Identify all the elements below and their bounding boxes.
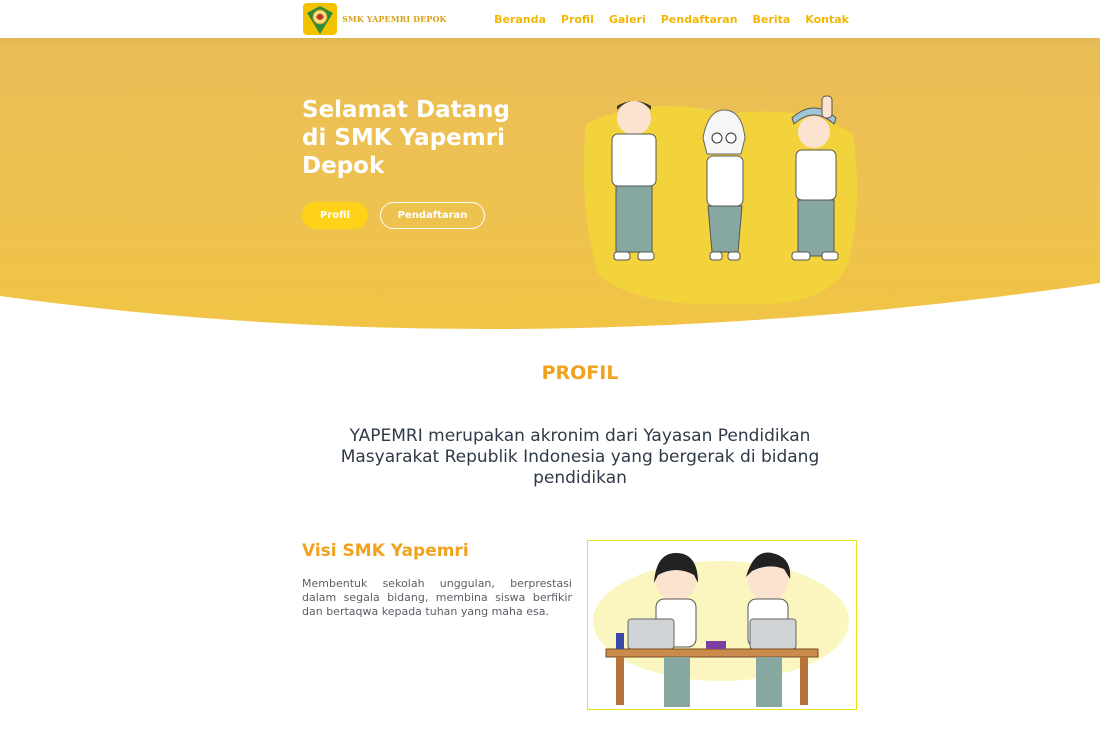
students-illustration [583,95,857,305]
students-laptop-illustration [593,552,849,707]
main-nav: Beranda Profil Galeri Pendaftaran Berita… [479,0,849,38]
hero-pendaftaran-button[interactable]: Pendaftaran [380,202,485,229]
visi-illustration [587,540,857,710]
nav-galeri[interactable]: Galeri [609,13,646,26]
visi-text: Membentuk sekolah unggulan, berprestasi … [302,577,572,618]
brand-name: SMK YAPEMRI DEPOK [342,14,447,24]
hero-title: Selamat Datang di SMK Yapemri Depok [302,97,511,179]
hero-profil-button[interactable]: Profil [302,202,368,229]
visi-title: Visi SMK Yapemri [302,541,469,561]
nav-beranda[interactable]: Beranda [494,13,546,26]
profile-description: YAPEMRI merupakan akronim dari Yayasan P… [340,426,820,488]
nav-pendaftaran[interactable]: Pendaftaran [661,13,738,26]
nav-berita[interactable]: Berita [753,13,791,26]
school-crest-icon [303,3,337,35]
hero-section: Selamat Datang di SMK Yapemri Depok Prof… [0,38,1100,338]
hero-wave-shape [0,283,1100,338]
nav-profil[interactable]: Profil [561,13,594,26]
brand[interactable]: SMK YAPEMRI DEPOK [302,1,447,37]
profile-heading: PROFIL [541,362,619,384]
nav-kontak[interactable]: Kontak [805,13,849,26]
navbar: SMK YAPEMRI DEPOK Beranda Profil Galeri … [0,0,1100,38]
